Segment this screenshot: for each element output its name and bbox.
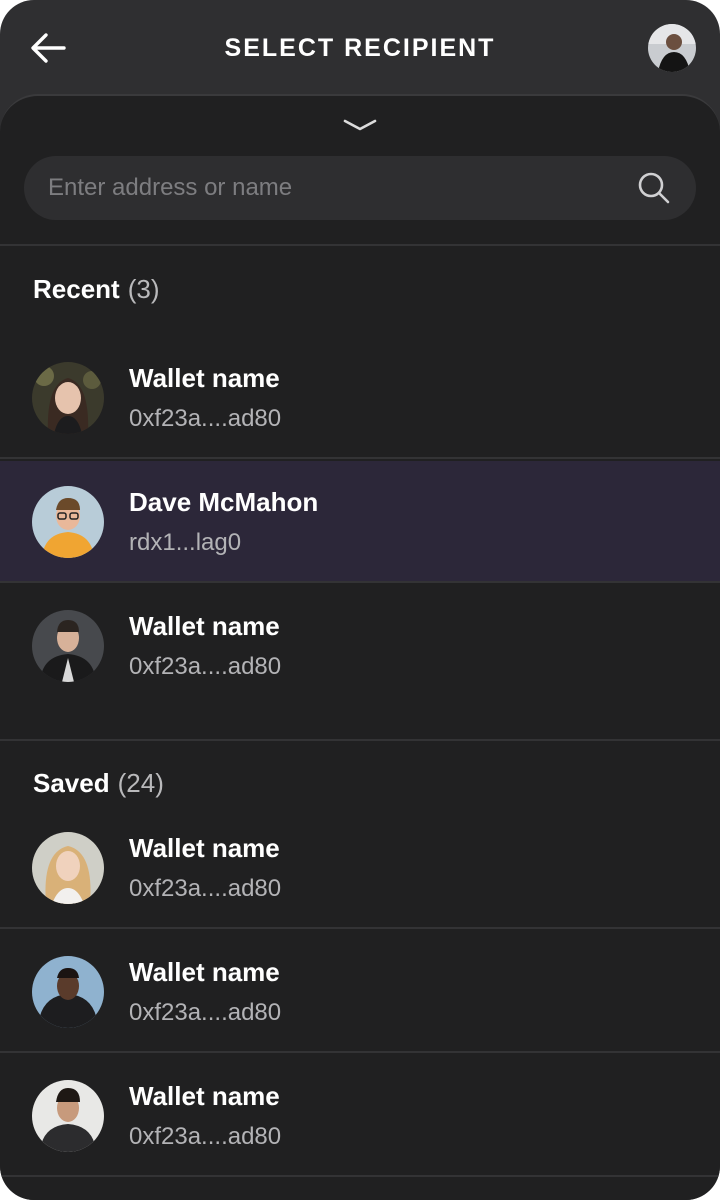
- wallet-address: 0xf23a....ad80: [129, 653, 282, 680]
- recent-wallet-row[interactable]: Wallet name 0xf23a....ad80: [0, 585, 720, 707]
- wallet-address: 0xf23a....ad80: [129, 875, 282, 902]
- wallet-address: rdx1...lag0: [129, 529, 242, 556]
- avatar: [32, 486, 104, 558]
- saved-section-header: Saved (24): [33, 768, 164, 799]
- search-input[interactable]: [48, 156, 628, 220]
- divider: [0, 1051, 720, 1053]
- avatar: [32, 832, 104, 904]
- recent-wallet-row[interactable]: Wallet name 0xf23a....ad80: [0, 337, 720, 459]
- wallet-name: Wallet name: [129, 957, 280, 987]
- wallet-name: Wallet name: [129, 1081, 280, 1111]
- saved-wallet-row[interactable]: Wallet name 0xf23a....ad80: [0, 807, 720, 929]
- divider: [0, 1175, 720, 1177]
- divider: [0, 457, 720, 459]
- wallet-name: Dave McMahon: [129, 487, 319, 517]
- divider: [0, 927, 720, 929]
- avatar: [32, 610, 104, 682]
- section-count: (3): [127, 274, 160, 304]
- profile-avatar[interactable]: [648, 24, 696, 72]
- wallet-address: 0xf23a....ad80: [129, 1123, 282, 1150]
- recent-section-header: Recent (3): [33, 274, 159, 305]
- avatar: [32, 956, 104, 1028]
- avatar: [32, 1080, 104, 1152]
- avatar: [32, 362, 104, 434]
- wallet-name: Wallet name: [129, 611, 280, 641]
- section-title: Saved: [33, 768, 110, 798]
- search-bar: [24, 156, 696, 220]
- header: SELECT RECIPIENT: [0, 0, 720, 96]
- recipient-sheet: Recent(3) Wallet name 0xf23a....ad80: [0, 94, 720, 1200]
- page-title: SELECT RECIPIENT: [224, 34, 496, 62]
- section-count: (24): [117, 768, 164, 798]
- search-icon: [638, 172, 670, 204]
- app-screen: SELECT RECIPIENT Enter address or name R…: [0, 0, 720, 1200]
- divider: [0, 581, 720, 583]
- divider: [0, 739, 720, 741]
- section-title: Recent: [33, 274, 120, 304]
- wallet-name: Wallet name: [129, 363, 280, 393]
- search-button[interactable]: [636, 170, 672, 206]
- saved-wallet-row[interactable]: Wallet name 0xf23a....ad80: [0, 931, 720, 1053]
- collapse-button[interactable]: [336, 114, 384, 138]
- wallet-address: 0xf23a....ad80: [129, 999, 282, 1026]
- divider: [0, 244, 720, 246]
- chevron-down-icon: [343, 119, 377, 131]
- wallet-address: 0xf23a....ad80: [129, 405, 282, 432]
- recent-wallet-row-selected[interactable]: Dave McMahon rdx1...lag0: [0, 461, 720, 583]
- saved-wallet-row[interactable]: Wallet name 0xf23a....ad80: [0, 1055, 720, 1177]
- wallet-name: Wallet name: [129, 833, 280, 863]
